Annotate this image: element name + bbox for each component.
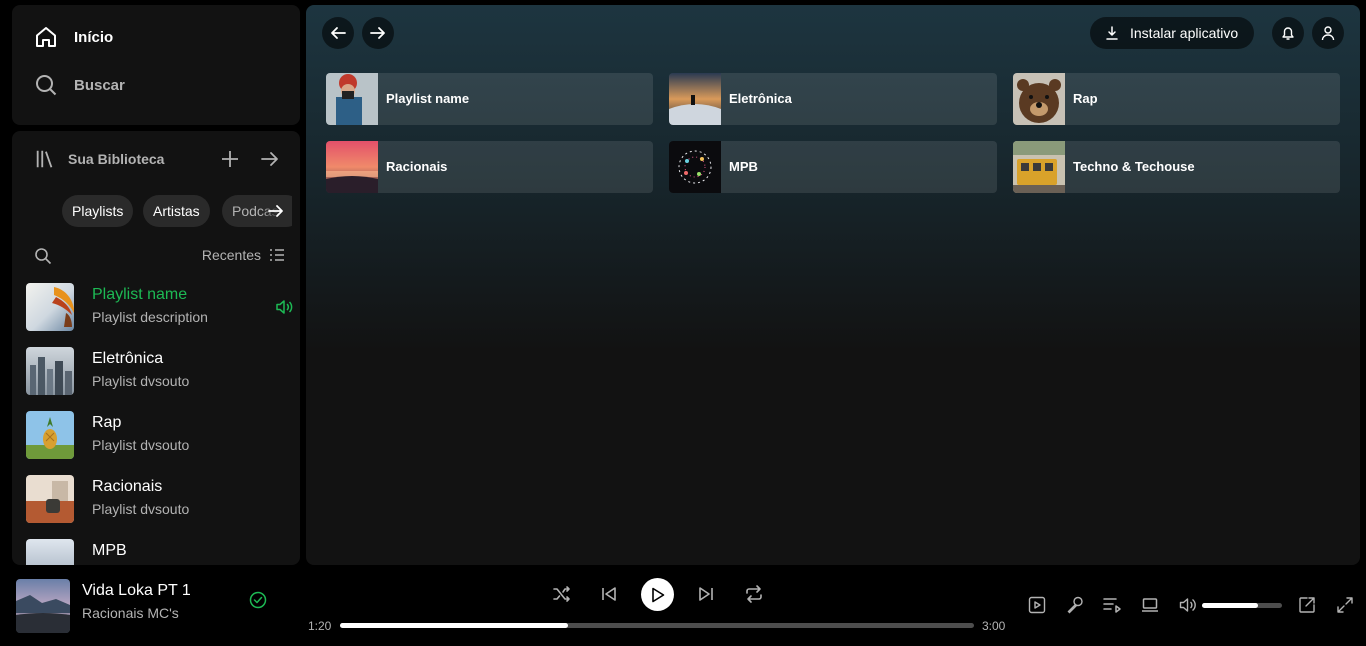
library-panel: Sua Biblioteca Playlists Artistas Podcas… <box>12 131 300 565</box>
bell-icon <box>1280 25 1296 41</box>
library-item[interactable]: Racionais Playlist dvsouto <box>26 475 296 523</box>
nav-panel: Início Buscar <box>12 5 300 125</box>
progress-bar[interactable] <box>340 623 974 628</box>
arrow-right-icon[interactable] <box>260 149 280 169</box>
chips-scroll-right-icon[interactable] <box>268 203 284 219</box>
playlist-cover <box>26 475 74 523</box>
play-icon <box>651 587 665 603</box>
nav-search[interactable]: Buscar <box>34 73 125 97</box>
nav-search-label: Buscar <box>74 76 125 94</box>
library-title: Sua Biblioteca <box>68 151 165 167</box>
playlist-cover <box>26 283 74 331</box>
filter-chips: Playlists Artistas Podcasts <box>62 195 292 227</box>
total-time: 3:00 <box>982 619 1006 633</box>
quick-pick-label: Rap <box>1073 91 1098 106</box>
quick-pick-card[interactable]: Rap <box>1013 73 1340 125</box>
library-item-title: MPB <box>92 542 127 559</box>
now-playing-view-icon[interactable] <box>1028 596 1046 614</box>
volume-icon[interactable] <box>1179 596 1197 614</box>
mini-player-icon[interactable] <box>1298 596 1316 614</box>
check-circle-icon[interactable] <box>249 591 267 609</box>
nav-home[interactable]: Início <box>34 25 113 49</box>
library-item[interactable]: Rap Playlist dvsouto <box>26 411 296 459</box>
quick-pick-cover <box>1013 73 1065 125</box>
playlist-cover <box>26 347 74 395</box>
quick-pick-cover <box>669 141 721 193</box>
fullscreen-icon[interactable] <box>1336 596 1354 614</box>
notifications-button[interactable] <box>1272 17 1304 49</box>
install-app-label: Instalar aplicativo <box>1130 25 1239 41</box>
progress-fill <box>340 623 569 628</box>
library-item-title: Racionais <box>92 478 163 495</box>
microphone-icon[interactable] <box>1066 596 1084 614</box>
chip-playlists[interactable]: Playlists <box>62 195 134 227</box>
home-icon <box>34 25 58 49</box>
quick-pick-card[interactable]: Techno & Techouse <box>1013 141 1340 193</box>
quick-pick-label: MPB <box>729 159 758 174</box>
library-item[interactable]: MPB <box>26 539 296 565</box>
quick-pick-cover <box>669 73 721 125</box>
quick-pick-label: Eletrônica <box>729 91 792 106</box>
queue-icon[interactable] <box>1103 596 1121 614</box>
quick-pick-card[interactable]: Eletrônica <box>669 73 997 125</box>
quick-pick-label: Racionais <box>386 159 448 174</box>
shuffle-icon[interactable] <box>552 584 572 604</box>
sort-button[interactable]: Recentes <box>202 247 285 263</box>
chip-artists[interactable]: Artistas <box>143 195 210 227</box>
library-item-title: Eletrônica <box>92 350 164 367</box>
user-icon <box>1320 25 1336 41</box>
library-item-subtitle: Playlist description <box>92 309 208 325</box>
quick-pick-card[interactable]: MPB <box>669 141 997 193</box>
library-item-subtitle: Playlist dvsouto <box>92 373 190 389</box>
quick-pick-card[interactable]: Racionais <box>326 141 653 193</box>
current-time: 1:20 <box>308 619 332 633</box>
volume-slider[interactable] <box>1202 603 1282 608</box>
playlist-cover <box>26 539 74 565</box>
volume-fill <box>1202 603 1258 608</box>
install-app-button[interactable]: Instalar aplicativo <box>1090 17 1255 49</box>
back-button[interactable] <box>322 17 354 49</box>
play-button[interactable] <box>641 578 674 611</box>
repeat-icon[interactable] <box>744 584 764 604</box>
library-icon <box>34 148 56 170</box>
library-header[interactable]: Sua Biblioteca <box>34 148 164 170</box>
quick-pick-cover <box>326 141 378 193</box>
device-icon[interactable] <box>1141 596 1159 614</box>
nav-home-label: Início <box>74 28 114 46</box>
plus-icon[interactable] <box>220 149 240 169</box>
now-playing-artist[interactable]: Racionais MC's <box>82 605 179 621</box>
sort-label: Recentes <box>201 247 261 263</box>
library-item-subtitle: Playlist dvsouto <box>92 437 190 453</box>
main-panel: Instalar aplicativo Playlist name Eletrô… <box>306 5 1360 565</box>
speaker-icon <box>276 299 294 315</box>
quick-pick-cover <box>1013 141 1065 193</box>
playlist-cover <box>26 411 74 459</box>
library-item-subtitle: Playlist dvsouto <box>92 501 190 517</box>
library-item[interactable]: Eletrônica Playlist dvsouto <box>26 347 296 395</box>
library-item[interactable]: Playlist name Playlist description <box>26 283 296 331</box>
list-icon <box>269 247 285 263</box>
previous-icon[interactable] <box>599 584 619 604</box>
quick-pick-label: Playlist name <box>386 91 470 106</box>
library-search-icon[interactable] <box>34 247 52 265</box>
download-icon <box>1104 25 1120 41</box>
library-item-title: Rap <box>92 414 122 431</box>
quick-pick-label: Techno & Techouse <box>1073 159 1195 174</box>
quick-pick-card[interactable]: Playlist name <box>326 73 653 125</box>
arrow-left-icon <box>330 25 346 41</box>
next-icon[interactable] <box>696 584 716 604</box>
now-playing-cover[interactable] <box>16 579 70 633</box>
quick-pick-cover <box>326 73 378 125</box>
search-icon <box>34 73 58 97</box>
forward-button[interactable] <box>362 17 394 49</box>
library-item-title: Playlist name <box>92 286 188 303</box>
profile-button[interactable] <box>1312 17 1344 49</box>
now-playing-title[interactable]: Vida Loka PT 1 <box>82 582 191 600</box>
arrow-right-icon <box>370 25 386 41</box>
